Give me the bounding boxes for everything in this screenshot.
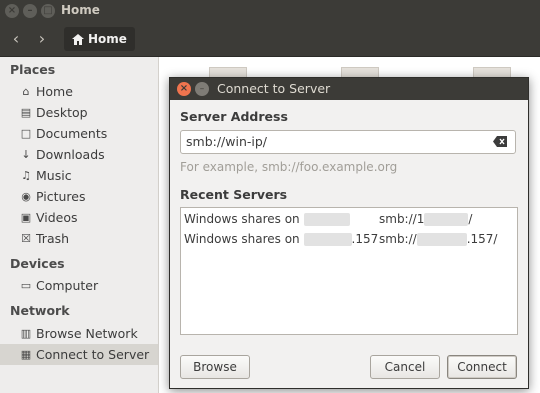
chevron-left-icon: ‹ <box>12 29 20 48</box>
sidebar-item-label: Trash <box>36 231 70 246</box>
sidebar-item-label: Pictures <box>36 189 86 204</box>
dialog-title: Connect to Server <box>217 81 331 96</box>
window-titlebar: × – □ Home <box>0 0 540 22</box>
drive-icon: ▭ <box>20 279 32 292</box>
minimize-dialog-icon[interactable]: – <box>195 82 209 96</box>
server-address-label: Server Address <box>180 109 288 124</box>
sidebar-item-music[interactable]: ♫ Music <box>0 165 158 186</box>
sidebar-item-label: Downloads <box>36 147 105 162</box>
places-header: Places <box>10 62 56 77</box>
documents-icon: □ <box>20 127 32 140</box>
close-dialog-icon[interactable]: × <box>177 82 191 96</box>
sidebar-item-downloads[interactable]: ↓ Downloads <box>0 144 158 165</box>
sidebar-item-videos[interactable]: ▣ Videos <box>0 207 158 228</box>
recent-server-name: Windows shares on <box>184 209 350 229</box>
toolbar: ‹ › Home <box>0 22 540 57</box>
sidebar-item-browse-network[interactable]: ▥ Browse Network <box>0 323 158 344</box>
sidebar-item-label: Documents <box>36 126 108 141</box>
sidebar-item-label: Music <box>36 168 72 183</box>
sidebar-item-computer[interactable]: ▭ Computer <box>0 275 158 296</box>
window-title: Home <box>61 3 100 17</box>
sidebar-item-documents[interactable]: □ Documents <box>0 123 158 144</box>
redacted-ip <box>416 233 467 246</box>
home-icon <box>72 33 84 45</box>
home-icon: ⌂ <box>22 85 30 98</box>
forward-button[interactable]: › <box>32 29 52 49</box>
camera-icon: ◉ <box>21 190 31 203</box>
downloads-icon: ↓ <box>21 148 31 161</box>
clear-text-icon[interactable] <box>493 136 507 147</box>
network-icon: ▥ <box>20 327 32 340</box>
recent-server-uri: smb://1/ <box>379 212 473 226</box>
sidebar-item-label: Browse Network <box>36 326 138 341</box>
dialog-titlebar: × – Connect to Server <box>170 78 528 100</box>
sidebar: Places ⌂ Home ▤ Desktop □ Documents ↓ Do… <box>0 57 159 393</box>
network-header: Network <box>10 303 70 318</box>
recent-servers-list[interactable]: Windows shares on smb://1/ Windows share… <box>180 207 518 335</box>
redacted-ip <box>424 213 469 226</box>
connect-button[interactable]: Connect <box>447 355 517 379</box>
list-item[interactable]: Windows shares on .157 smb://.157/ <box>184 229 514 249</box>
server-icon: ▦ <box>20 348 32 361</box>
browse-button[interactable]: Browse <box>180 355 250 379</box>
example-hint: For example, smb://foo.example.org <box>180 160 398 174</box>
connect-to-server-dialog: × – Connect to Server Server Address For… <box>169 77 529 389</box>
minimize-window-icon[interactable]: – <box>23 4 37 18</box>
sidebar-item-label: Home <box>36 84 73 99</box>
chevron-right-icon: › <box>38 29 46 48</box>
sidebar-item-label: Computer <box>36 278 99 293</box>
path-button-home[interactable]: Home <box>64 27 135 51</box>
server-address-field[interactable] <box>180 130 516 154</box>
path-button-label: Home <box>88 32 127 46</box>
redacted-ip <box>303 213 350 226</box>
list-item[interactable]: Windows shares on smb://1/ <box>184 209 514 229</box>
video-icon: ▣ <box>20 211 32 224</box>
sidebar-item-trash[interactable]: ☒ Trash <box>0 228 158 249</box>
music-icon: ♫ <box>21 169 31 182</box>
redacted-ip <box>303 233 352 246</box>
sidebar-item-connect-to-server[interactable]: ▦ Connect to Server <box>0 344 158 365</box>
recent-server-uri: smb://.157/ <box>379 232 498 246</box>
cancel-button[interactable]: Cancel <box>370 355 440 379</box>
server-address-input[interactable] <box>186 133 486 149</box>
sidebar-item-home[interactable]: ⌂ Home <box>0 81 158 102</box>
sidebar-item-label: Videos <box>36 210 78 225</box>
back-button[interactable]: ‹ <box>6 29 26 49</box>
sidebar-item-pictures[interactable]: ◉ Pictures <box>0 186 158 207</box>
devices-header: Devices <box>10 256 65 271</box>
sidebar-item-desktop[interactable]: ▤ Desktop <box>0 102 158 123</box>
sidebar-item-label: Connect to Server <box>36 347 150 362</box>
sidebar-item-label: Desktop <box>36 105 88 120</box>
trash-icon: ☒ <box>21 232 31 245</box>
recent-server-name: Windows shares on .157 <box>184 232 379 246</box>
recent-servers-label: Recent Servers <box>180 187 288 202</box>
folder-icon: ▤ <box>20 106 32 119</box>
close-window-icon[interactable]: × <box>5 4 19 18</box>
maximize-window-icon[interactable]: □ <box>41 4 55 18</box>
